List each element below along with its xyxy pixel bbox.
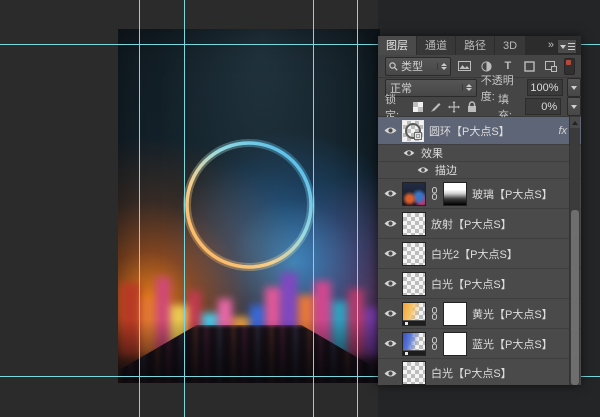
layer-thumbnail-transparent[interactable] — [402, 361, 426, 385]
filter-kind-dropdown[interactable]: 类型 — [385, 57, 451, 76]
layers-panel: 图层 通道 路径 3D » 类型 — [378, 36, 581, 385]
mask-link-icon[interactable] — [431, 187, 438, 200]
layer-row-yellowlight[interactable]: 黄光【P大点S】 — [378, 299, 581, 329]
tab-spacer — [526, 36, 548, 55]
shape-layer-badge — [414, 132, 422, 140]
layer-filter-row: 类型 T — [378, 55, 581, 78]
layer-list: 圆环【P大点S】 fx 效果 描边 — [378, 117, 581, 385]
filter-toggle-switch[interactable] — [564, 58, 575, 75]
layer-fx-label[interactable]: fx — [558, 125, 567, 137]
layer-thumbnail-image[interactable] — [402, 182, 426, 206]
filter-kind-label: 类型 — [401, 58, 423, 74]
glowing-ring — [118, 29, 380, 383]
tab-channels[interactable]: 通道 — [417, 36, 455, 55]
panel-menu-icon[interactable] — [557, 39, 577, 54]
filter-pixel-layers-icon[interactable] — [456, 59, 473, 74]
vertical-guide[interactable] — [313, 0, 314, 417]
lock-row: 锁定: 填充: 0% — [378, 97, 581, 117]
visibility-eye-icon[interactable] — [383, 126, 397, 135]
vertical-guide[interactable] — [357, 0, 358, 417]
opacity-value[interactable]: 100% — [527, 79, 563, 96]
search-icon — [389, 62, 398, 71]
vertical-guide[interactable] — [184, 0, 185, 417]
photoshop-workspace: 图层 通道 路径 3D » 类型 — [0, 0, 600, 417]
layer-row-bluelight[interactable]: 蓝光【P大点S】 — [378, 329, 581, 359]
effects-label[interactable]: 效果 — [421, 145, 443, 161]
lock-image-pixels-icon[interactable] — [430, 100, 442, 114]
visibility-eye-icon[interactable] — [402, 149, 416, 157]
scroll-up-icon[interactable] — [570, 117, 580, 128]
tab-paths[interactable]: 路径 — [456, 36, 494, 55]
layer-thumbnail-transparent[interactable] — [402, 242, 426, 266]
layer-row-whitelight-bottom[interactable]: 白光【P大点S】 — [378, 359, 581, 385]
layer-name[interactable]: 白光【P大点S】 — [431, 276, 512, 292]
layer-mask-thumbnail[interactable] — [443, 182, 467, 206]
layer-name[interactable]: 蓝光【P大点S】 — [472, 336, 553, 352]
layer-row-whitelight[interactable]: 白光【P大点S】 — [378, 269, 581, 299]
stroke-effect-label[interactable]: 描边 — [435, 162, 457, 178]
visibility-eye-icon[interactable] — [383, 279, 397, 288]
layer-name[interactable]: 圆环【P大点S】 — [429, 123, 510, 139]
dropdown-spinner-icon — [462, 84, 472, 91]
layer-row-effects[interactable]: 效果 — [378, 145, 581, 162]
layer-row-radiate[interactable]: 放射【P大点S】 — [378, 209, 581, 239]
collapse-panels-icon[interactable]: » — [548, 36, 557, 55]
layer-name[interactable]: 白光【P大点S】 — [431, 365, 512, 381]
layer-thumbnail-shape[interactable] — [402, 120, 424, 142]
layer-thumbnail-gradient-orange[interactable] — [402, 302, 426, 326]
fill-dropdown-button[interactable] — [567, 97, 581, 116]
tab-layers[interactable]: 图层 — [378, 36, 416, 55]
visibility-eye-icon[interactable] — [383, 369, 397, 378]
lock-all-icon[interactable] — [466, 100, 478, 114]
blend-mode-row: 正常 不透明度: 100% — [378, 78, 581, 97]
layer-list-scrollbar[interactable] — [569, 117, 580, 385]
layer-mask-thumbnail[interactable] — [443, 332, 467, 356]
layer-row-glass[interactable]: 玻璃【P大点S】 — [378, 179, 581, 209]
visibility-eye-icon[interactable] — [383, 339, 397, 348]
mask-link-icon[interactable] — [431, 337, 438, 350]
layer-thumbnail-gradient-blue[interactable] — [402, 332, 426, 356]
visibility-eye-icon[interactable] — [383, 249, 397, 258]
layer-thumbnail-transparent[interactable] — [402, 212, 426, 236]
menu-bars-icon — [568, 43, 575, 50]
layer-row-whitelight2[interactable]: 白光2【P大点S】 — [378, 239, 581, 269]
document-canvas[interactable] — [118, 29, 380, 383]
mask-link-icon[interactable] — [431, 307, 438, 320]
layer-thumbnail-transparent[interactable] — [402, 272, 426, 296]
vertical-guide[interactable] — [139, 0, 140, 417]
layer-row-ring[interactable]: 圆环【P大点S】 fx — [378, 117, 581, 145]
tab-3d[interactable]: 3D — [495, 36, 525, 55]
layer-name[interactable]: 玻璃【P大点S】 — [472, 186, 553, 202]
visibility-eye-icon[interactable] — [383, 219, 397, 228]
opacity-dropdown-button[interactable] — [567, 78, 581, 97]
filter-shape-layers-icon[interactable] — [521, 59, 538, 74]
layer-name[interactable]: 放射【P大点S】 — [431, 216, 512, 232]
lock-transparent-pixels-icon[interactable] — [412, 100, 424, 114]
menu-arrow-icon — [560, 45, 566, 49]
lock-position-icon[interactable] — [448, 100, 460, 114]
visibility-eye-icon[interactable] — [416, 166, 430, 174]
dropdown-spinner-icon — [437, 63, 447, 70]
gradient-bar — [403, 320, 425, 325]
gradient-bar — [403, 350, 425, 355]
filter-smart-object-icon[interactable] — [543, 59, 560, 74]
layer-row-stroke-effect[interactable]: 描边 — [378, 162, 581, 179]
visibility-eye-icon[interactable] — [383, 189, 397, 198]
scrollbar-thumb[interactable] — [571, 210, 579, 385]
layer-mask-thumbnail[interactable] — [443, 302, 467, 326]
fill-value[interactable]: 0% — [525, 98, 561, 115]
layer-name[interactable]: 黄光【P大点S】 — [472, 306, 553, 322]
layer-name[interactable]: 白光2【P大点S】 — [431, 246, 518, 262]
panel-tab-bar: 图层 通道 路径 3D » — [378, 36, 581, 55]
visibility-eye-icon[interactable] — [383, 309, 397, 318]
